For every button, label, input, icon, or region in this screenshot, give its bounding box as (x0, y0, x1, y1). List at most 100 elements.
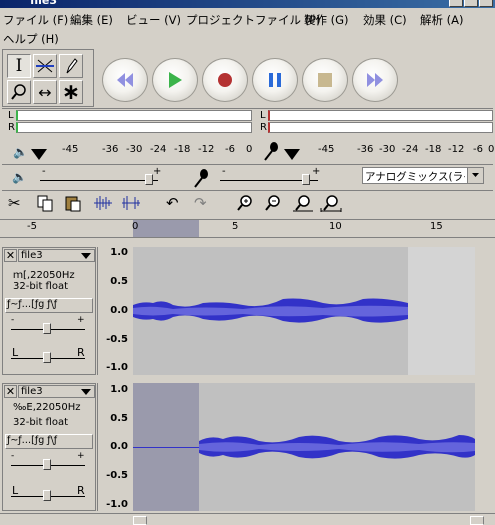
stop-button[interactable] (302, 58, 348, 102)
track-menu-button[interactable]: file3 (18, 385, 95, 398)
menu-view[interactable]: ビュー (V) (126, 12, 181, 28)
record-meter-menu[interactable] (262, 141, 304, 161)
meter-menu-arrow-icon (31, 149, 47, 160)
zoom-out-icon (265, 195, 280, 211)
skip-to-end-button[interactable] (352, 58, 398, 102)
playback-meter-right (16, 122, 252, 133)
selection-tool[interactable]: I (7, 54, 31, 78)
track-separator (0, 375, 495, 383)
zoom-in-button[interactable] (236, 194, 256, 214)
gain-slider[interactable] (43, 323, 51, 334)
paste-button[interactable] (64, 194, 84, 214)
gain-minus-label: - (11, 451, 15, 461)
cut-button[interactable]: ✂ (8, 194, 28, 214)
undo-button[interactable]: ↶ (166, 194, 186, 214)
gain-slider[interactable] (43, 459, 51, 470)
maximize-button[interactable] (464, 0, 478, 7)
mute-solo-buttons[interactable]: ƒ~ƒ…[ƒg ƒ\ƒ (5, 298, 93, 313)
input-volume-microphone-icon (194, 169, 208, 188)
pause-button[interactable] (252, 58, 298, 102)
zoom-out-button[interactable] (264, 194, 284, 214)
silence-icon (122, 196, 140, 210)
track-control-panel: ✕ file3 ｍ[,22050Hz 32-bit float ƒ~ƒ…[ƒg … (2, 247, 96, 375)
trim-icon (94, 196, 112, 210)
silence-button[interactable] (120, 194, 142, 214)
input-source-value: アナログミックス(ライン/CC (365, 171, 465, 183)
dropdown-arrow-icon (467, 168, 483, 183)
envelope-tool[interactable] (33, 54, 57, 78)
record-r-label: R (260, 122, 267, 133)
gain-plus-label: + (77, 451, 85, 461)
fit-project-icon (320, 195, 342, 212)
envelope-icon (36, 59, 54, 73)
menu-help[interactable]: ヘルプ (H) (3, 31, 59, 47)
silence-line (133, 447, 199, 448)
magnifier-icon (11, 84, 26, 100)
zoom-in-icon (237, 195, 252, 211)
playback-meter-menu[interactable]: 🔈 (11, 145, 49, 161)
waveform (199, 435, 475, 459)
waveform (133, 298, 408, 323)
copy-button[interactable] (36, 194, 56, 214)
pan-slider[interactable] (43, 490, 51, 501)
close-icon: ✕ (5, 385, 16, 398)
output-plus-label: + (153, 166, 162, 177)
close-window-button[interactable] (479, 0, 493, 7)
track-menu-button[interactable]: file3 (18, 249, 95, 262)
track-close-button[interactable]: ✕ (4, 385, 17, 398)
pause-icon (269, 73, 281, 87)
input-source-select[interactable]: アナログミックス(ライン/CC (362, 167, 484, 184)
trim-button[interactable] (92, 194, 114, 214)
ruler-label: 0 (132, 221, 139, 232)
horizontal-scrollbar[interactable] (0, 513, 495, 525)
timeline-ruler[interactable]: -5 0 5 10 15 (0, 219, 495, 238)
paste-icon (65, 196, 81, 212)
record-l-label: L (260, 110, 266, 121)
window-title: file3 (30, 0, 58, 7)
track-name: file3 (21, 250, 43, 261)
output-volume-slider[interactable] (145, 174, 153, 185)
track-vertical-scale: 1.0 0.5 0.0 -0.5 -1.0 (97, 383, 132, 511)
multi-tool[interactable]: ∗ (59, 79, 83, 105)
redo-button[interactable]: ↷ (194, 194, 214, 214)
pan-slider[interactable] (43, 352, 51, 363)
ruler-label: 10 (329, 221, 342, 232)
input-volume-slider[interactable] (302, 174, 310, 185)
asterisk-icon: ∗ (61, 79, 81, 105)
track-waveform-area[interactable] (133, 247, 475, 375)
menu-project[interactable]: プロジェクトファイル (P) (186, 12, 321, 28)
skip-to-start-button[interactable] (102, 58, 148, 102)
mute-solo-buttons[interactable]: ƒ~ƒ…[ƒg ƒ\ƒ (5, 434, 93, 449)
record-menu-arrow-icon (284, 149, 300, 160)
fit-project-button[interactable] (320, 194, 342, 214)
zoom-tool[interactable] (7, 80, 31, 104)
menu-edit[interactable]: 編集 (E) (70, 12, 113, 28)
track-waveform-area[interactable] (133, 383, 475, 511)
double-arrow-icon: ↔ (38, 82, 52, 102)
skip-end-icon (367, 73, 383, 87)
track-vertical-scale: 1.0 0.5 0.0 -0.5 -1.0 (97, 247, 132, 375)
playback-meter-left (16, 110, 252, 121)
record-meter-left (268, 110, 493, 121)
output-volume-icon: 🔈 (12, 170, 27, 184)
redo-icon: ↷ (194, 194, 207, 212)
play-icon (169, 72, 182, 88)
scissors-icon: ✂ (8, 194, 21, 212)
ruler-label: 5 (232, 221, 239, 232)
play-button[interactable] (152, 58, 198, 102)
time-shift-tool[interactable]: ↔ (33, 80, 57, 104)
ruler-label: 15 (430, 221, 443, 232)
mute-solo-label: ƒ~ƒ…[ƒg ƒ\ƒ (7, 435, 58, 446)
microphone-icon (264, 142, 278, 161)
fit-selection-button[interactable] (292, 194, 314, 214)
track-name: file3 (21, 386, 43, 397)
track-close-button[interactable]: ✕ (4, 249, 17, 262)
menu-effect[interactable]: 効果 (C) (363, 12, 407, 28)
menu-file[interactable]: ファイル (F) (3, 12, 68, 28)
record-button[interactable] (202, 58, 248, 102)
draw-tool[interactable] (59, 54, 83, 78)
minimize-button[interactable] (449, 0, 463, 7)
playback-l-label: L (8, 110, 14, 121)
menu-generate[interactable]: 製作 (G) (304, 12, 349, 28)
menu-analyze[interactable]: 解析 (A) (420, 12, 464, 28)
